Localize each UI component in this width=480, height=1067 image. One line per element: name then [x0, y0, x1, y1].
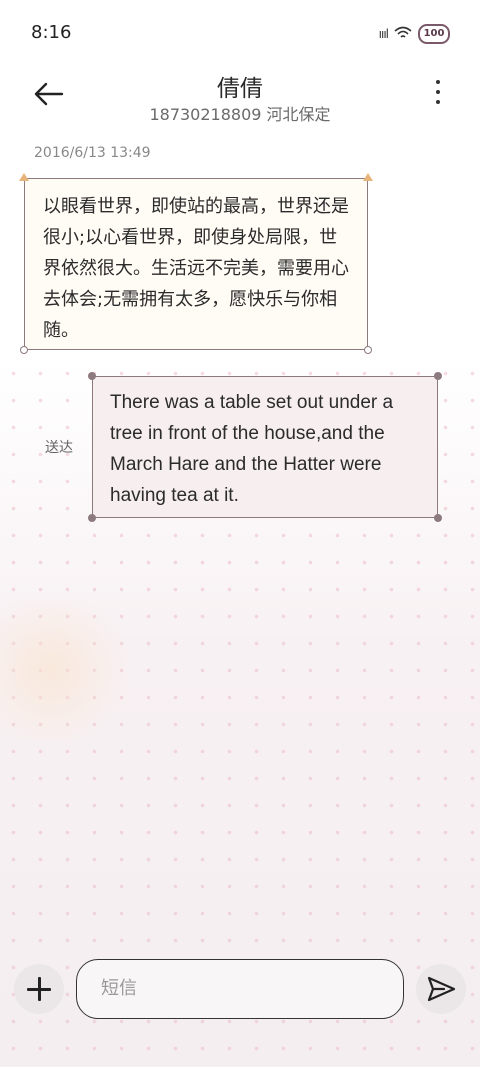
bubble-corner-dot: [364, 346, 372, 354]
status-time: 8:16: [31, 22, 72, 43]
status-icons: ıııl 100: [379, 24, 450, 44]
delivery-status: 送达: [45, 440, 73, 456]
status-bar: 8:16 ıııl 100: [0, 0, 480, 66]
battery-icon: 100: [418, 24, 450, 44]
dot-icon: [436, 100, 440, 104]
dot-icon: [436, 90, 440, 94]
conversation-header: 倩倩 18730218809 河北保定: [0, 66, 480, 126]
outgoing-message-bubble[interactable]: There was a table set out under a tree i…: [88, 372, 442, 522]
message-input[interactable]: 短信: [76, 959, 404, 1019]
star-decoration: [0, 600, 140, 740]
bubble-corner-dot: [434, 372, 442, 380]
dot-icon: [436, 80, 440, 84]
bubble-corner-decoration: [19, 173, 29, 181]
message-text: There was a table set out under a tree i…: [110, 392, 394, 506]
message-text: 以眼看世界，即使站的最高，世界还是很小;以心看世界，即使身处局限，世界依然很大。…: [43, 196, 349, 341]
bubble-corner-dot: [88, 514, 96, 522]
send-button[interactable]: [416, 964, 466, 1014]
bubble-corner-dot: [434, 514, 442, 522]
contact-info: 18730218809 河北保定: [149, 105, 331, 124]
more-options-button[interactable]: [432, 80, 444, 110]
signal-icon: ıııl: [378, 27, 389, 41]
send-icon: [427, 976, 456, 1002]
contact-name[interactable]: 倩倩: [0, 69, 480, 103]
wifi-icon: [394, 26, 412, 43]
composer-bar: 短信: [0, 940, 480, 1040]
bubble-corner-decoration: [363, 173, 373, 181]
bubble-corner-dot: [88, 372, 96, 380]
incoming-message-bubble[interactable]: 以眼看世界，即使站的最高，世界还是很小;以心看世界，即使身处局限，世界依然很大。…: [19, 173, 373, 354]
bubble-corner-dot: [20, 346, 28, 354]
attach-button[interactable]: [14, 964, 64, 1014]
message-timestamp: 2016/6/13 13:49: [34, 145, 151, 161]
